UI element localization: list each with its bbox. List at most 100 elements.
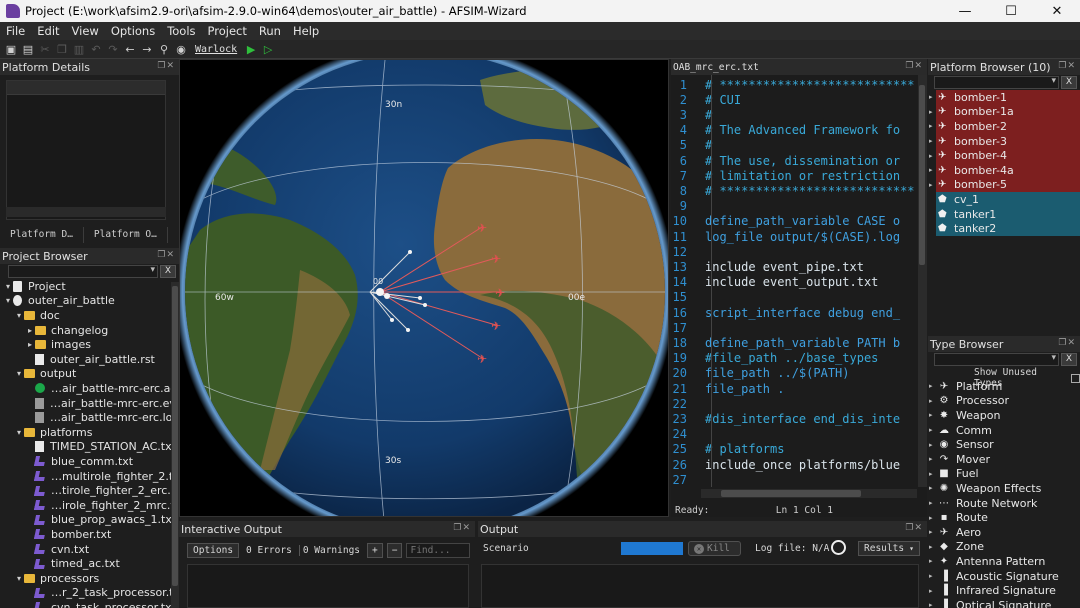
code-line[interactable]: 10 define_path_variable CASE o xyxy=(671,214,917,229)
project-tree-item[interactable]: …air_battle-mrc-erc.evt xyxy=(25,396,180,411)
run-outline-icon[interactable]: ▷ xyxy=(262,43,274,56)
type-item[interactable]: ▸ ✸ Weapon xyxy=(928,408,1000,423)
code-line[interactable]: 5 # xyxy=(671,138,917,153)
code-line[interactable]: 22 xyxy=(671,396,917,411)
redo-icon[interactable]: ↷ xyxy=(107,43,119,56)
code-line[interactable]: 20 file_path ../$(PATH) xyxy=(671,366,917,381)
type-item[interactable]: ▸ ■ Fuel xyxy=(928,467,979,482)
track-point[interactable] xyxy=(408,250,412,254)
expand-arrow-icon[interactable]: ▸ xyxy=(929,137,933,145)
expand-arrow-icon[interactable]: ▸ xyxy=(929,382,937,390)
vertical-scrollbar[interactable] xyxy=(171,282,179,608)
save-all-icon[interactable]: ▤ xyxy=(22,43,34,56)
project-tree-item[interactable]: …irole_fighter_2_mrc.txt xyxy=(25,498,186,513)
project-tree-item[interactable]: …r_2_task_processor.txt xyxy=(25,586,184,601)
code-line[interactable]: 27 xyxy=(671,472,917,487)
expand-arrow-icon[interactable]: ▸ xyxy=(929,587,937,595)
platform-filter-input[interactable] xyxy=(934,76,1059,89)
expand-arrow-icon[interactable]: ▸ xyxy=(929,601,937,608)
platform-item[interactable]: ▸ ✈ bomber-2 xyxy=(928,119,1080,134)
type-item[interactable]: ▸ ☁ Comm xyxy=(928,423,992,438)
code-line[interactable]: 24 xyxy=(671,427,917,442)
refresh-icon[interactable] xyxy=(831,540,846,555)
expand-arrow-icon[interactable]: ▾ xyxy=(14,311,24,320)
platform-filter-clear-button[interactable]: X xyxy=(1061,76,1077,89)
menu-options[interactable]: Options xyxy=(105,24,161,38)
expand-arrow-icon[interactable]: ▸ xyxy=(929,181,933,189)
project-tree-item[interactable]: bomber.txt xyxy=(25,527,111,542)
type-item[interactable]: ▸ ✦ Antenna Pattern xyxy=(928,554,1045,569)
expand-arrow-icon[interactable]: ▸ xyxy=(929,543,937,551)
code-line[interactable]: 14 include event_output.txt xyxy=(671,275,917,290)
project-tree-item[interactable]: blue_comm.txt xyxy=(25,454,133,469)
platform-item[interactable]: ▸ ✈ bomber-5 xyxy=(928,177,1080,193)
type-item[interactable]: ▸ ✈ Aero xyxy=(928,525,981,540)
project-tree-item[interactable]: ▸ changelog xyxy=(25,323,108,338)
project-filter-input[interactable] xyxy=(8,265,158,278)
type-filter-clear-button[interactable]: X xyxy=(1061,353,1077,366)
panel-float-close-icon[interactable]: ❐✕ xyxy=(157,61,175,71)
bomber-marker[interactable]: ✈ xyxy=(477,352,487,366)
project-tree-item[interactable]: …multirole_fighter_2.txt xyxy=(25,469,184,484)
project-tree-item[interactable]: ▾ output xyxy=(14,367,76,382)
cut-icon[interactable]: ✂ xyxy=(39,43,51,56)
expand-arrow-icon[interactable]: ▸ xyxy=(929,557,937,565)
project-tree-item[interactable]: …air_battle-mrc-erc.aer xyxy=(25,381,182,396)
code-line[interactable]: 19 #file_path ../base_types xyxy=(671,351,917,366)
project-tree-item[interactable]: ▾ platforms xyxy=(14,425,93,440)
code-line[interactable]: 15 xyxy=(671,290,917,305)
type-item[interactable]: ▸ ▐ Infrared Signature xyxy=(928,583,1056,598)
expand-arrow-icon[interactable]: ▸ xyxy=(929,108,933,116)
tab-platform-options[interactable]: Platform O… xyxy=(84,227,168,243)
maximize-button[interactable]: ☐ xyxy=(988,0,1034,22)
code-line[interactable]: 17 xyxy=(671,320,917,335)
expand-arrow-icon[interactable]: ▸ xyxy=(929,122,933,130)
expand-arrow-icon[interactable]: ▸ xyxy=(929,93,933,101)
menu-file[interactable]: File xyxy=(0,24,31,38)
code-line[interactable]: 8 # *************************** xyxy=(671,183,917,198)
menu-view[interactable]: View xyxy=(66,24,105,38)
code-line[interactable]: 2 # CUI xyxy=(671,92,917,107)
menu-run[interactable]: Run xyxy=(253,24,287,38)
project-tree-item[interactable]: ▾ outer_air_battle xyxy=(3,294,115,309)
track-point[interactable] xyxy=(423,303,427,307)
project-tree-item[interactable]: …tirole_fighter_2_erc.txt xyxy=(25,483,186,498)
globe-map-view[interactable]: ✈ ✈ ✈ ✈ ✈ 30n 30s 60w 00e 00 xyxy=(179,59,669,517)
expand-arrow-icon[interactable]: ▸ xyxy=(929,426,937,434)
type-item[interactable]: ▸ ▐ Optical Signature xyxy=(928,598,1051,608)
expand-arrow-icon[interactable]: ▸ xyxy=(929,484,937,492)
code-line[interactable]: 21 file_path . xyxy=(671,381,917,396)
expand-arrow-icon[interactable]: ▸ xyxy=(929,166,933,174)
expand-button[interactable]: + xyxy=(367,543,383,558)
type-filter-input[interactable] xyxy=(934,353,1059,366)
code-line[interactable]: 6 # The use, dissemination or xyxy=(671,153,917,168)
expand-arrow-icon[interactable]: ▾ xyxy=(3,296,13,305)
code-line[interactable]: 26 include_once platforms/blue xyxy=(671,457,917,472)
type-item[interactable]: ▸ ◉ Sensor xyxy=(928,437,994,452)
kill-button[interactable]: ✕ Kill xyxy=(688,541,741,556)
expand-arrow-icon[interactable]: ▸ xyxy=(929,572,937,580)
expand-arrow-icon[interactable]: ▸ xyxy=(929,499,937,507)
undo-icon[interactable]: ↶ xyxy=(90,43,102,56)
collapse-arrow-icon[interactable]: ▸ xyxy=(25,326,35,335)
type-item[interactable]: ▸ ▐ Acoustic Signature xyxy=(928,569,1059,584)
bomber-marker[interactable]: ✈ xyxy=(491,252,501,266)
menu-edit[interactable]: Edit xyxy=(31,24,65,38)
project-tree-item[interactable]: ▾ processors xyxy=(14,571,99,586)
save-icon[interactable]: ▣ xyxy=(5,43,17,56)
project-tree-item[interactable]: ▾ Project xyxy=(3,279,66,294)
results-button[interactable]: Results ▾ xyxy=(858,541,920,556)
track-point[interactable] xyxy=(390,318,394,322)
project-tree-item[interactable]: ▸ images xyxy=(25,337,91,352)
menu-project[interactable]: Project xyxy=(202,24,253,38)
expand-arrow-icon[interactable]: ▸ xyxy=(929,470,937,478)
view-icon[interactable]: ◉ xyxy=(175,43,187,56)
platform-item[interactable]: ▸ ✈ bomber-3 xyxy=(928,133,1080,149)
panel-float-close-icon[interactable]: ❐✕ xyxy=(157,250,175,260)
type-item[interactable]: ▸ ▪ Route xyxy=(928,510,988,525)
code-line[interactable]: 18 define_path_variable PATH b xyxy=(671,335,917,350)
blue-force-cluster[interactable] xyxy=(376,288,384,296)
platform-item[interactable]: ▸ ✈ bomber-1a xyxy=(928,104,1080,120)
expand-arrow-icon[interactable]: ▾ xyxy=(14,369,24,378)
track-point[interactable] xyxy=(406,328,410,332)
